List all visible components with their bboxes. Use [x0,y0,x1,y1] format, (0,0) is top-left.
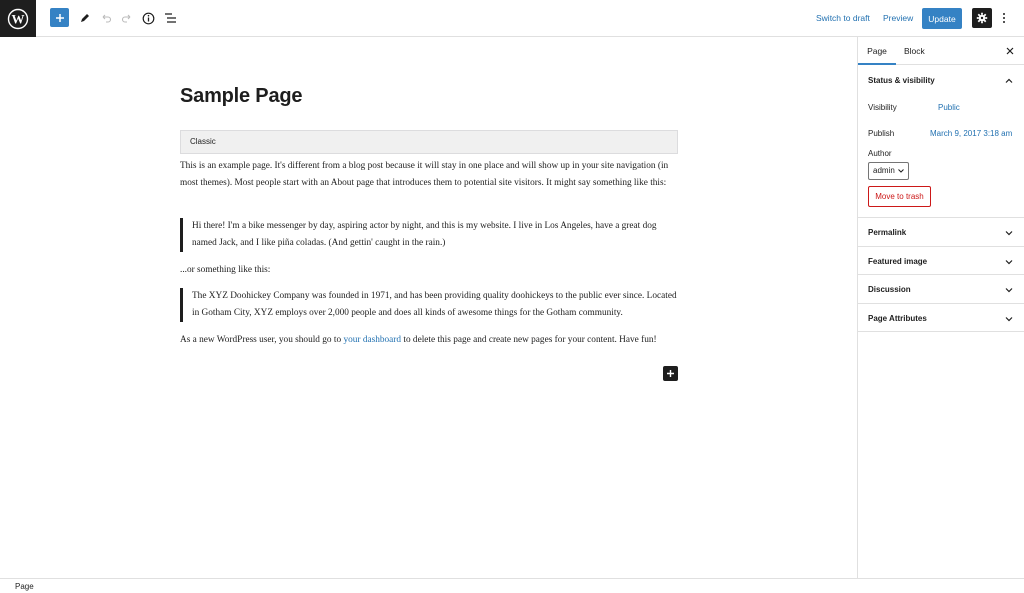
switch-to-draft-button[interactable]: Switch to draft [816,13,870,23]
preview-button[interactable]: Preview [883,13,913,23]
close-sidebar-button[interactable] [1003,44,1017,58]
list-view-button[interactable] [160,8,180,28]
more-vertical-icon [1003,13,1005,23]
visibility-toggle[interactable]: Public [938,103,960,112]
more-options-button[interactable] [997,8,1011,28]
discussion-panel[interactable]: Discussion [858,275,1024,304]
page-attributes-panel[interactable]: Page Attributes [858,304,1024,332]
permalink-panel[interactable]: Permalink [858,218,1024,247]
wordpress-logo-icon[interactable]: W [0,0,36,37]
chevron-down-icon[interactable] [1004,314,1014,324]
publish-label: Publish [868,129,895,138]
visibility-label: Visibility [868,103,897,112]
chevron-up-icon[interactable] [1004,75,1014,85]
plus-icon [667,370,674,377]
undo-button[interactable] [96,8,116,28]
featured-image-panel[interactable]: Featured image [858,247,1024,275]
paragraph[interactable]: As a new WordPress user, you should go t… [180,332,678,349]
add-block-button[interactable] [50,8,69,27]
tab-page[interactable]: Page [858,37,896,65]
classic-block-toolbar[interactable]: Classic [180,130,678,154]
paragraph-text: to delete this page and create new pages… [401,335,657,345]
quote-text: Hi there! I'm a bike messenger by day, a… [192,221,657,248]
panel-title[interactable]: Status & visibility [868,76,935,85]
details-button[interactable] [138,8,158,28]
close-icon [1006,47,1014,55]
panel-title: Discussion [868,285,911,294]
svg-text:W: W [12,11,25,26]
tools-button[interactable] [75,8,95,28]
plus-icon [55,13,64,22]
page-title[interactable]: Sample Page [180,85,303,108]
settings-sidebar: Page Block Status & visibility Visibilit… [857,37,1024,578]
breadcrumb-page[interactable]: Page [15,582,34,591]
panel-title: Permalink [868,228,907,237]
info-icon [142,12,154,24]
gear-icon [976,12,988,24]
publish-date-toggle[interactable]: March 9, 2017 3:18 am [930,129,1012,138]
paragraph[interactable]: This is an example page. It's different … [180,158,678,192]
blockquote[interactable]: Hi there! I'm a bike messenger by day, a… [180,218,678,252]
settings-button[interactable] [972,8,992,28]
chevron-down-icon[interactable] [1004,257,1014,267]
author-select[interactable]: admin [868,162,909,180]
tab-block[interactable]: Block [904,37,925,65]
block-inserter-button[interactable] [663,366,678,381]
list-view-icon [164,13,176,23]
update-button[interactable]: Update [922,8,962,29]
editor-canvas: Sample Page Classic This is an example p… [0,37,857,578]
blockquote[interactable]: The XYZ Doohickey Company was founded in… [180,288,678,322]
editor-header: W Switch to draft Preview Update [0,0,1024,37]
panel-title: Page Attributes [868,314,927,323]
move-to-trash-button[interactable]: Move to trash [868,186,931,207]
paragraph-text: As a new WordPress user, you should go t… [180,335,344,345]
redo-button[interactable] [117,8,137,28]
chevron-down-icon[interactable] [1004,228,1014,238]
dashboard-link[interactable]: your dashboard [343,335,401,345]
block-breadcrumb-bar: Page [0,578,1024,593]
sidebar-tabs: Page Block [858,37,1024,65]
author-label: Author [868,149,892,158]
chevron-down-icon[interactable] [1004,285,1014,295]
author-value: admin [873,166,895,175]
chevron-down-icon [898,169,904,173]
undo-icon [102,14,112,23]
paragraph[interactable]: ...or something like this: [180,262,270,279]
status-visibility-panel: Status & visibility Visibility Public Pu… [858,65,1024,218]
pencil-icon [81,14,89,22]
redo-icon [121,14,131,23]
panel-title: Featured image [868,257,928,266]
quote-text: The XYZ Doohickey Company was founded in… [192,291,677,318]
